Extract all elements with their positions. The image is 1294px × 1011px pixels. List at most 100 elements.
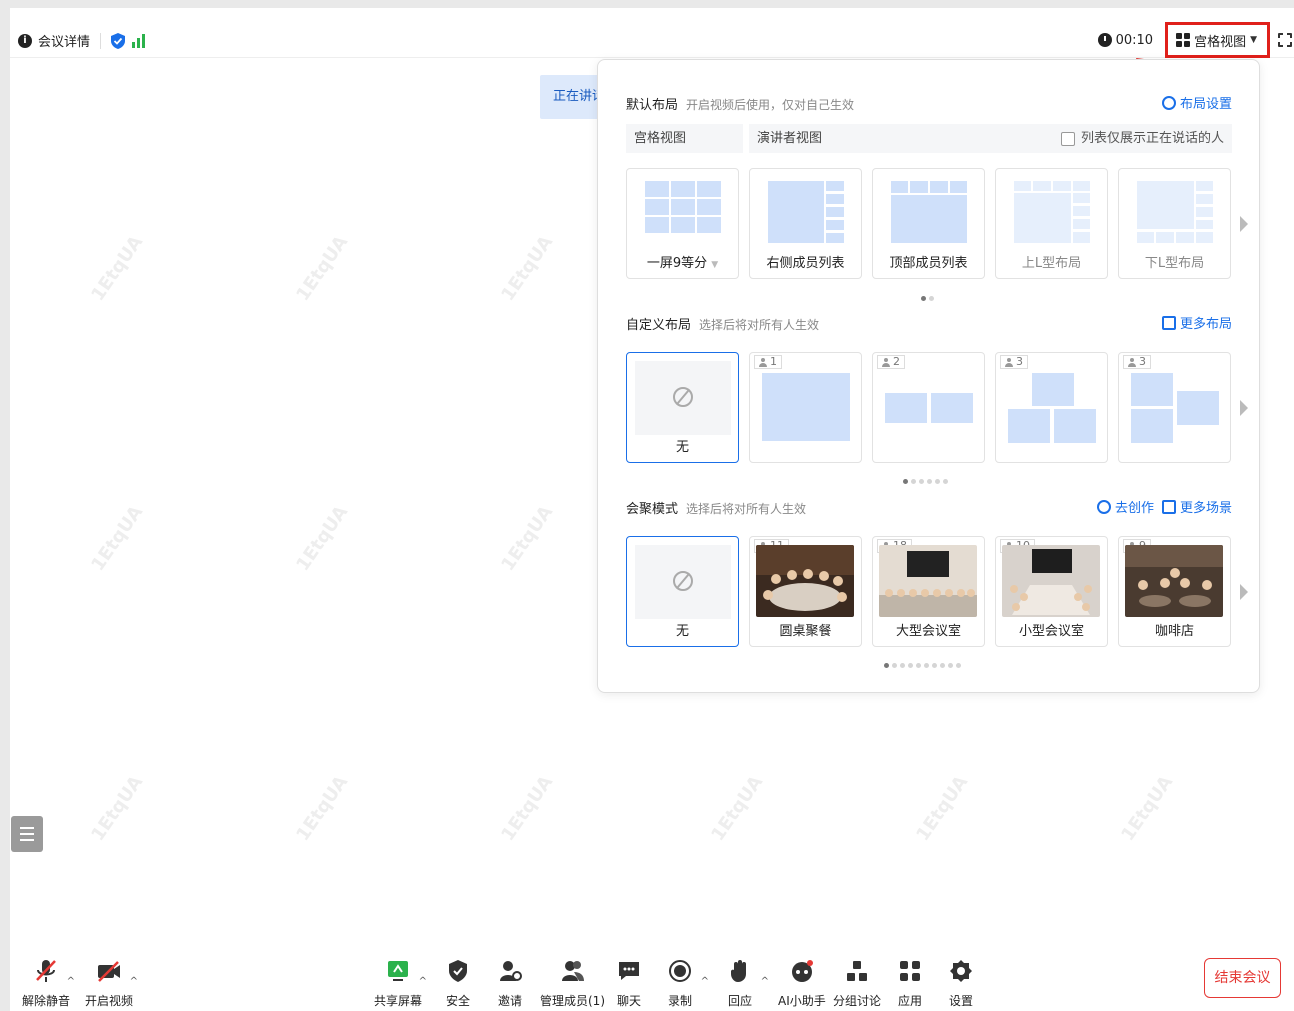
large-room-scene-image [879, 545, 977, 617]
custom-2-thumbnail [881, 361, 977, 435]
pager-dot[interactable] [916, 663, 921, 668]
meeting-details-label[interactable]: 会议详情 [38, 31, 90, 50]
invite-button[interactable]: 邀请 [497, 958, 523, 1009]
pager-dot[interactable] [921, 296, 926, 301]
custom-layout-3a[interactable]: 3 [995, 352, 1108, 463]
layout-card-lower-l[interactable]: 下L型布局 [1118, 168, 1231, 279]
chevron-up-icon[interactable]: ^ [130, 976, 138, 987]
chevron-up-icon[interactable]: ^ [419, 976, 427, 987]
pager-dot[interactable] [935, 479, 940, 484]
apps-button[interactable]: 应用 [897, 958, 923, 1009]
custom-layout-1[interactable]: 1 [749, 352, 862, 463]
apps-grid-icon [897, 958, 923, 984]
focus-mode-round-table[interactable]: 11 圆桌聚餐 [749, 536, 862, 647]
caret-down-icon[interactable]: ▼ [711, 260, 718, 270]
next-page-arrow[interactable] [1240, 584, 1248, 600]
only-speaking-checkbox[interactable] [1060, 131, 1075, 146]
custom-layout-3b[interactable]: 3 [1118, 352, 1231, 463]
pager-dot[interactable] [940, 663, 945, 668]
pager-dot[interactable] [927, 479, 932, 484]
custom-layout-2[interactable]: 2 [872, 352, 985, 463]
meeting-timer: 00:10 [1097, 33, 1153, 48]
share-screen-button[interactable]: ^ 共享屏幕 [374, 958, 427, 1009]
focus-mode-small-room[interactable]: 10 小型会议室 [995, 536, 1108, 647]
security-button[interactable]: 安全 [445, 958, 471, 1009]
more-scenes-link[interactable]: 更多场景 [1161, 497, 1232, 516]
pager-dot[interactable] [884, 663, 889, 668]
cafe-scene-image [1125, 545, 1223, 617]
layout-card-upper-l[interactable]: 上L型布局 [995, 168, 1108, 279]
meeting-info-group[interactable]: i 会议详情 [18, 31, 146, 50]
pager-dot[interactable] [932, 663, 937, 668]
layout-card-nine-grid[interactable]: 一屏9等分 ▼ [626, 168, 739, 279]
chat-button[interactable]: 聊天 [616, 958, 642, 1009]
start-video-label: 开启视频 [85, 994, 134, 1008]
start-video-button[interactable]: ^ 开启视频 [85, 958, 138, 1009]
watermark: 1EtqUA [87, 502, 148, 575]
chevron-up-icon[interactable]: ^ [67, 976, 75, 987]
none-icon [673, 571, 693, 591]
member-list-toggle[interactable] [11, 816, 43, 852]
focus-card-label: 小型会议室 [1018, 624, 1084, 639]
focus-mode-none[interactable]: 无 [626, 536, 739, 647]
chevron-up-icon[interactable]: ^ [761, 976, 769, 987]
mic-muted-icon: ^ [33, 958, 75, 987]
top-bar: i 会议详情 00:10 宫格视图 ▼ [10, 22, 1294, 58]
layout-view-button[interactable]: 宫格视图 ▼ [1165, 22, 1270, 58]
tab-grid-view[interactable]: 宫格视图 [626, 124, 743, 153]
watermark: 1EtqUA [87, 232, 148, 305]
settings-button[interactable]: 设置 [948, 958, 974, 1009]
more-layouts-link[interactable]: 更多布局 [1161, 313, 1232, 332]
unmute-button[interactable]: ^ 解除静音 [22, 958, 75, 1009]
end-meeting-button[interactable]: 结束会议 [1204, 958, 1281, 998]
signal-icon[interactable] [131, 33, 146, 48]
record-button[interactable]: ^ 录制 [667, 958, 709, 1009]
next-page-arrow[interactable] [1240, 216, 1248, 232]
layout-settings-link[interactable]: 布局设置 [1161, 93, 1232, 112]
focus-mode-subtitle: 选择后将对所有人生效 [686, 502, 807, 516]
custom-layout-title: 自定义布局 [626, 318, 692, 333]
layout-view-label: 宫格视图 [1194, 34, 1247, 50]
focus-mode-header: 会聚模式 选择后将对所有人生效 [626, 498, 806, 517]
right-list-thumbnail [758, 177, 854, 251]
layout-card-label: 一屏9等分 ▼ [646, 256, 719, 271]
lower-l-thumbnail [1127, 177, 1223, 251]
pager-dot[interactable] [943, 479, 948, 484]
pager-dot[interactable] [924, 663, 929, 668]
layout-card-right-list[interactable]: 右侧成员列表 [749, 168, 862, 279]
manage-members-button[interactable]: 管理成员(1) [540, 958, 605, 1009]
chevron-up-icon[interactable]: ^ [701, 976, 709, 987]
next-page-arrow[interactable] [1240, 400, 1248, 416]
shield-check-icon[interactable] [111, 32, 126, 49]
custom-layout-pager [903, 479, 948, 484]
custom-layout-header: 自定义布局 选择后将对所有人生效 [626, 314, 819, 333]
layout-card-top-list[interactable]: 顶部成员列表 [872, 168, 985, 279]
pager-dot[interactable] [903, 479, 908, 484]
breakout-button[interactable]: 分组讨论 [833, 958, 881, 1009]
pager-dot[interactable] [956, 663, 961, 668]
pager-dot[interactable] [929, 296, 934, 301]
react-button[interactable]: ^ 回应 [727, 958, 769, 1009]
focus-mode-large-room[interactable]: 18 大型会议室 [872, 536, 985, 647]
ai-assistant-button[interactable]: AI小助手 [778, 958, 826, 1009]
camera-off-icon: ^ [96, 958, 138, 987]
breakout-label: 分组讨论 [833, 994, 882, 1008]
pager-dot[interactable] [892, 663, 897, 668]
more-scenes-label: 更多场景 [1179, 501, 1232, 516]
pager-dot[interactable] [919, 479, 924, 484]
focus-mode-cafe[interactable]: 9 咖啡店 [1118, 536, 1231, 647]
watermark: 1EtqUA [912, 772, 973, 845]
round-table-scene-image [756, 545, 854, 617]
pager-dot[interactable] [911, 479, 916, 484]
pager-dot[interactable] [900, 663, 905, 668]
create-link[interactable]: 去创作 [1096, 497, 1154, 516]
custom-layout-none[interactable]: 无 [626, 352, 739, 463]
layout-card-label: 上L型布局 [1021, 256, 1082, 271]
only-speaking-option[interactable]: 列表仅展示正在说话的人 [1060, 124, 1224, 153]
breakout-icon [844, 958, 870, 984]
fullscreen-icon[interactable] [1277, 32, 1294, 49]
focus-mode-pager [884, 663, 961, 668]
pager-dot[interactable] [908, 663, 913, 668]
tab-speaker-view[interactable]: 演讲者视图 列表仅展示正在说话的人 [749, 124, 1232, 153]
pager-dot[interactable] [948, 663, 953, 668]
